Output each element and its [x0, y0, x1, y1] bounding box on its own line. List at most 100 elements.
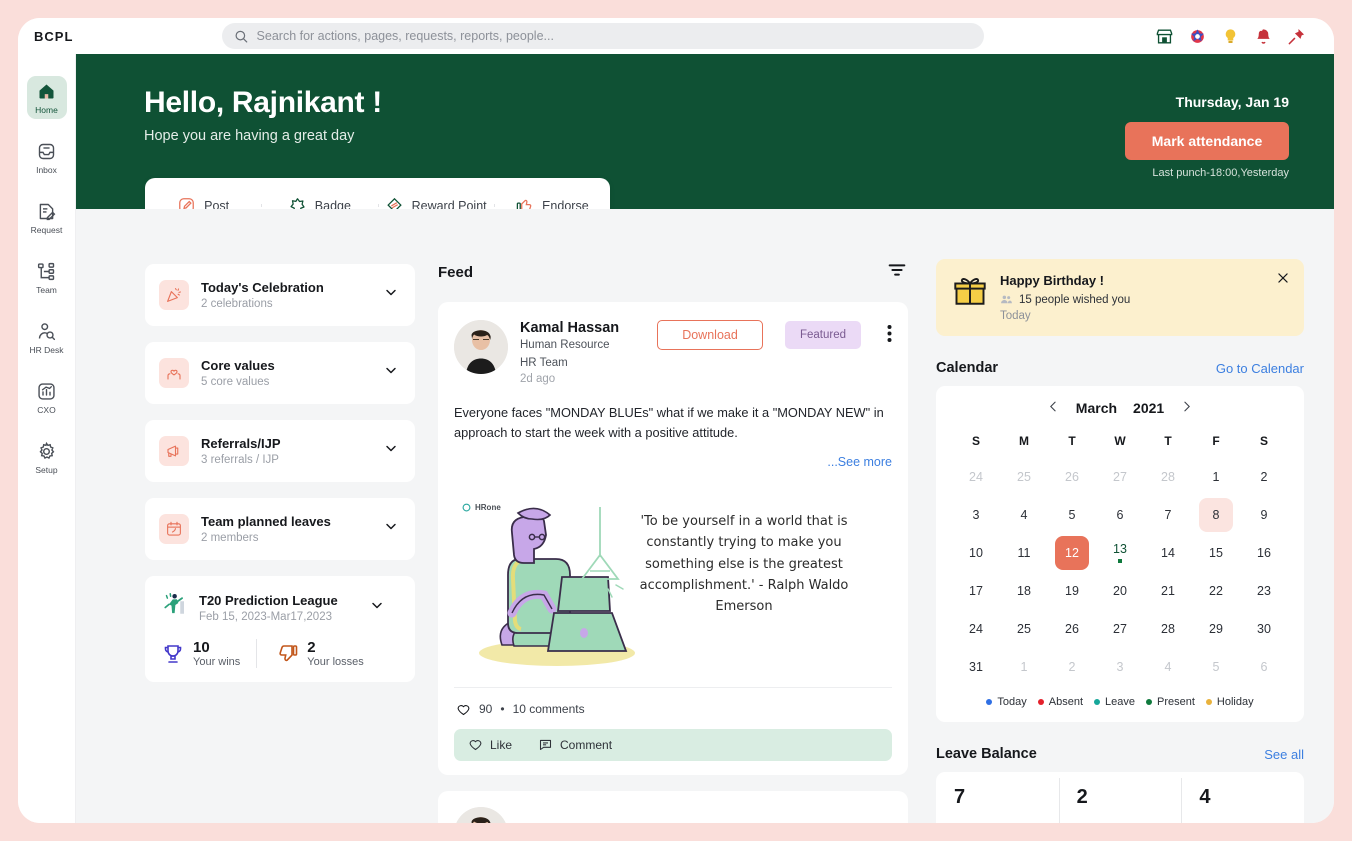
calendar-day[interactable]: 8 [1192, 498, 1240, 532]
chevron-down-icon[interactable] [383, 285, 399, 306]
calendar-day[interactable]: 5 [1048, 498, 1096, 532]
calendar-day[interactable]: 22 [1192, 574, 1240, 608]
calendar-day[interactable]: 31 [952, 650, 1000, 684]
chevron-down-icon[interactable] [383, 519, 399, 540]
see-all-link[interactable]: See all [1264, 747, 1304, 762]
calendar-day[interactable]: 23 [1240, 574, 1288, 608]
league-title: T20 Prediction League [199, 592, 338, 608]
leave-balance-cell: 4 [1181, 772, 1304, 823]
calendar-day[interactable]: 1 [1000, 650, 1048, 684]
like-button[interactable]: Like [468, 737, 512, 752]
calendar-day[interactable]: 12 [1048, 536, 1096, 570]
calendar-day[interactable]: 25 [1000, 612, 1048, 646]
calendar-day[interactable]: 27 [1096, 460, 1144, 494]
comment-button[interactable]: Comment [538, 737, 612, 752]
calendar-day[interactable]: 2 [1240, 460, 1288, 494]
pin-icon[interactable] [1287, 27, 1306, 46]
calendar-day[interactable]: 1 [1192, 460, 1240, 494]
calendar-grid: S M T W T F S 24 25 26 27 28 1 2 3 4 5 6 7 8 9 10 11 12 13 14 15 16… [952, 430, 1288, 684]
sidebar-item-home[interactable]: Home [26, 76, 67, 119]
widget-t20-prediction-league[interactable]: T20 Prediction League Feb 15, 2023-Mar17… [145, 576, 415, 682]
calendar-day[interactable]: 10 [952, 536, 1000, 570]
calendar-day[interactable]: 26 [1048, 460, 1096, 494]
calendar-day[interactable]: 24 [952, 460, 1000, 494]
calendar-day[interactable]: 19 [1048, 574, 1096, 608]
top-bar-icons: 6 [1155, 25, 1334, 46]
calendar-day[interactable]: 28 [1144, 460, 1192, 494]
widget-core-values[interactable]: Core values 5 core values [145, 342, 415, 404]
widget-team-planned-leaves[interactable]: Team planned leaves 2 members [145, 498, 415, 560]
sidebar-item-inbox[interactable]: Inbox [27, 136, 67, 179]
chevron-down-icon[interactable] [383, 441, 399, 462]
next-month-icon[interactable] [1180, 400, 1193, 416]
calendar-day[interactable]: 26 [1048, 612, 1096, 646]
widget-todays-celebration[interactable]: Today's Celebration 2 celebrations [145, 264, 415, 326]
lightbulb-icon[interactable] [1221, 27, 1240, 46]
calendar-section-header: Calendar Go to Calendar [936, 360, 1304, 376]
calendar-day[interactable]: 6 [1240, 650, 1288, 684]
sidebar-label: HR Desk [29, 345, 64, 355]
calendar-day[interactable]: 30 [1240, 612, 1288, 646]
celebration-icon[interactable] [1188, 27, 1207, 46]
calendar-day[interactable]: 3 [952, 498, 1000, 532]
calendar-day[interactable]: 15 [1192, 536, 1240, 570]
download-button[interactable]: Download [657, 320, 763, 350]
store-icon[interactable] [1155, 27, 1174, 46]
notification-bell-icon[interactable]: 6 [1254, 25, 1273, 46]
calendar-day[interactable]: 18 [1000, 574, 1048, 608]
widget-subtitle: 5 core values [201, 376, 270, 388]
calendar-day[interactable]: 3 [1096, 650, 1144, 684]
calendar-widget: March 2021 S M T W T F S 24 25 26 27 28 1 2 3 4 5 6 7 8 9 10 1… [936, 386, 1304, 722]
sidebar-label: Request [30, 225, 63, 235]
calendar-day[interactable]: 6 [1096, 498, 1144, 532]
calendar-day[interactable]: 11 [1000, 536, 1048, 570]
close-icon[interactable] [1276, 271, 1290, 290]
calendar-day[interactable]: 5 [1192, 650, 1240, 684]
calendar-day[interactable]: 2 [1048, 650, 1096, 684]
top-bar: BCPL Search for actions, pages, requests… [18, 18, 1334, 54]
sidebar-item-hr-desk[interactable]: HR Desk [27, 316, 67, 359]
calendar-day[interactable]: 14 [1144, 536, 1192, 570]
sidebar-item-request[interactable]: Request [27, 196, 67, 239]
calendar-day[interactable]: 16 [1240, 536, 1288, 570]
legend-label: Holiday [1216, 696, 1254, 708]
see-more-link[interactable]: ...See more [454, 455, 892, 469]
search-input[interactable] [256, 29, 972, 43]
calendar-day[interactable]: 27 [1096, 612, 1144, 646]
calendar-day[interactable]: 29 [1192, 612, 1240, 646]
calendar-day-number: 25 [1017, 621, 1031, 636]
calendar-day[interactable]: 7 [1144, 498, 1192, 532]
calendar-day[interactable]: 4 [1000, 498, 1048, 532]
chevron-down-icon[interactable] [383, 363, 399, 384]
global-search[interactable] [222, 23, 984, 49]
calendar-day-number: 4 [1164, 659, 1172, 674]
calendar-day[interactable]: 20 [1096, 574, 1144, 608]
sidebar-item-team[interactable]: Team [27, 256, 67, 299]
leave-balance-cell: 2 [1058, 772, 1182, 823]
notification-badge: 6 [1259, 25, 1263, 33]
mark-attendance-button[interactable]: Mark attendance [1125, 122, 1289, 160]
comment-count[interactable]: 10 comments [513, 702, 585, 716]
chevron-down-icon[interactable] [369, 597, 385, 618]
legend-dot [1094, 699, 1100, 705]
calendar-day[interactable]: 9 [1240, 498, 1288, 532]
calendar-day[interactable]: 17 [952, 574, 1000, 608]
leave-balance-title: Leave Balance [936, 746, 1037, 762]
calendar-day[interactable]: 13 [1096, 536, 1144, 570]
go-to-calendar-link[interactable]: Go to Calendar [1216, 361, 1304, 376]
calendar-day-number: 26 [1065, 621, 1079, 636]
calendar-day[interactable]: 21 [1144, 574, 1192, 608]
sidebar-item-cxo[interactable]: CXO [27, 376, 67, 419]
calendar-day[interactable]: 25 [1000, 460, 1048, 494]
post-menu-icon[interactable] [887, 324, 892, 348]
calendar-day[interactable]: 28 [1144, 612, 1192, 646]
like-label: Like [490, 737, 513, 752]
filter-icon[interactable] [886, 259, 908, 286]
sidebar-item-setup[interactable]: Setup [27, 436, 67, 479]
post-quote: 'To be yourself in a world that is const… [639, 513, 849, 615]
prev-month-icon[interactable] [1047, 400, 1060, 416]
calendar-day[interactable]: 4 [1144, 650, 1192, 684]
widget-referrals-ijp[interactable]: Referrals/IJP 3 referrals / IJP [145, 420, 415, 482]
calendar-day[interactable]: 24 [952, 612, 1000, 646]
calendar-day-of-week: T [1164, 434, 1172, 448]
